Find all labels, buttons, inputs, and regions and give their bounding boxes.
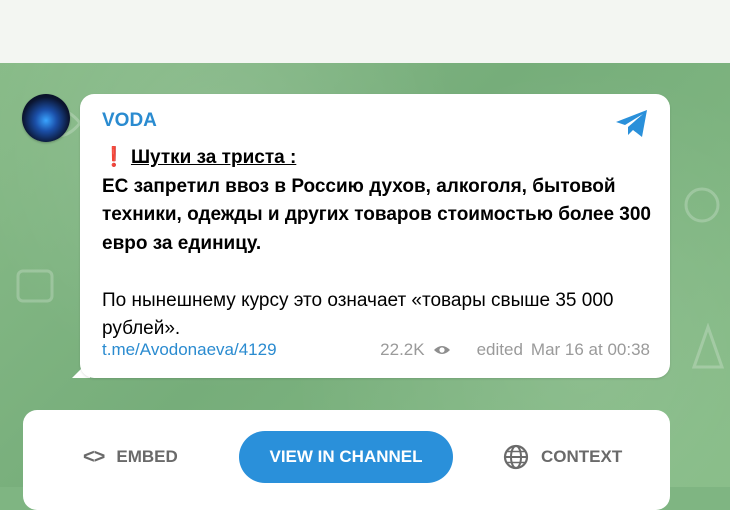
body-regular: По нынешнему курсу это означает «товары … — [102, 289, 614, 340]
code-icon: <> — [83, 445, 105, 468]
view-count: 22.2K — [380, 340, 425, 359]
body-bold: ЕС запретил ввоз в Россию духов, алкогол… — [102, 175, 651, 254]
message-bubble: VODA ❗️ Шутки за триста : ЕС запретил вв… — [80, 94, 670, 378]
headline: ❗️ Шутки за триста : — [102, 144, 652, 173]
message-text: ❗️ Шутки за триста : ЕС запретил ввоз в … — [102, 144, 652, 344]
top-bar — [0, 0, 730, 64]
context-button[interactable]: CONTEXT — [503, 431, 622, 483]
exclamation-icon: ❗️ — [102, 147, 126, 168]
message-meta: 22.2K edited Mar 16 at 00:38 — [380, 340, 650, 360]
view-in-channel-label: VIEW IN CHANNEL — [269, 447, 423, 466]
eye-icon — [433, 346, 450, 354]
avatar[interactable] — [22, 94, 70, 142]
embed-label: EMBED — [116, 447, 178, 466]
post-link[interactable]: t.me/Avodonaeva/4129 — [102, 340, 277, 360]
headline-text: Шутки за триста : — [130, 147, 297, 168]
doodle-decoration — [16, 269, 54, 303]
telegram-icon[interactable] — [614, 108, 650, 140]
doodle-decoration — [691, 323, 725, 369]
view-in-channel-button[interactable]: VIEW IN CHANNEL — [239, 431, 453, 483]
globe-icon — [503, 444, 529, 470]
edited-label: edited — [476, 340, 523, 359]
doodle-decoration — [684, 187, 720, 223]
embed-button[interactable]: <> EMBED — [83, 431, 178, 483]
author-name[interactable]: VODA — [102, 110, 157, 132]
post-date: Mar 16 at 00:38 — [530, 340, 650, 359]
context-label: CONTEXT — [541, 447, 623, 466]
message-footer: t.me/Avodonaeva/4129 22.2K edited Mar 16… — [102, 340, 650, 362]
action-bar: <> EMBED VIEW IN CHANNEL CONTEXT — [23, 410, 670, 510]
